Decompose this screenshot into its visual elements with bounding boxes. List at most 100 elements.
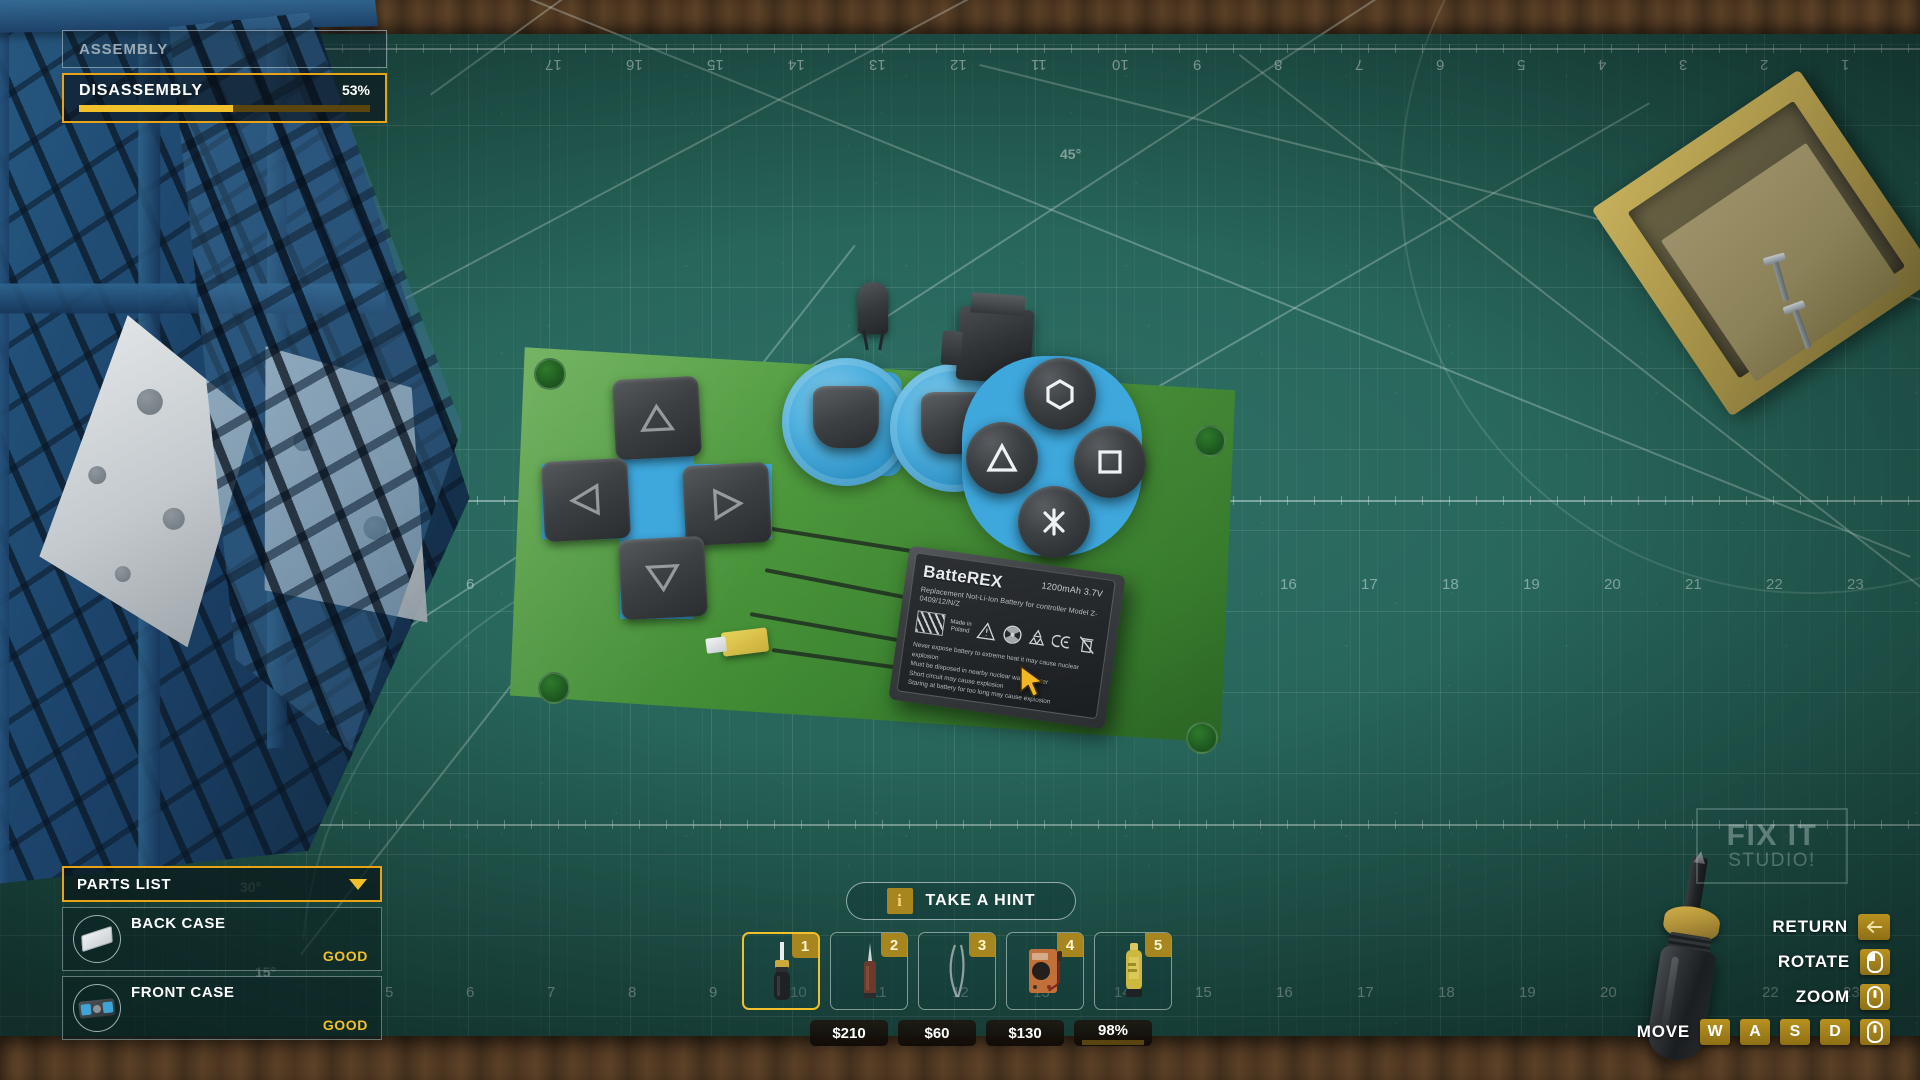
key-s[interactable]: S xyxy=(1780,1019,1810,1045)
ruler-tick xyxy=(1152,44,1153,53)
dpad-button-right[interactable] xyxy=(681,461,773,547)
mouse-wheel-icon[interactable] xyxy=(1860,984,1890,1010)
control-hint-rotate: ROTATE xyxy=(1590,949,1890,975)
tool-price-4[interactable]: $130 xyxy=(986,1020,1064,1046)
take-a-hint-label: TAKE A HINT xyxy=(925,892,1036,909)
tool-durability-value: 98% xyxy=(1097,1022,1129,1039)
ruler-tick xyxy=(1368,820,1369,829)
ruler-number: 17 xyxy=(1357,984,1374,1001)
dpad-button-left[interactable] xyxy=(540,457,632,543)
studio-watermark: FIX IT STUDIO! xyxy=(1696,808,1848,884)
ruler-tick xyxy=(909,820,910,829)
face-buttons-group[interactable] xyxy=(962,356,1152,566)
ruler-tick xyxy=(1314,44,1315,53)
ruler-tick xyxy=(1233,820,1234,829)
ruler-tick xyxy=(1287,496,1288,505)
ruler-tick xyxy=(1638,820,1639,829)
tool-slot-3[interactable]: 3 xyxy=(918,932,996,1010)
ruler-tick xyxy=(1233,44,1234,53)
ruler-tick xyxy=(963,44,964,53)
tool-slot-1[interactable]: 1 xyxy=(742,932,820,1010)
ruler-tick xyxy=(1503,820,1504,829)
ruler-tick xyxy=(423,44,424,53)
ruler-tick xyxy=(1287,44,1288,53)
recycle-icon xyxy=(1025,626,1048,651)
tool-price-3[interactable]: $60 xyxy=(898,1020,976,1046)
key-d[interactable]: D xyxy=(1820,1019,1850,1045)
tool-slot-2[interactable]: 2 xyxy=(830,932,908,1010)
ruler-tick xyxy=(882,820,883,829)
assembly-progress-row[interactable]: ASSEMBLY xyxy=(62,30,387,68)
back-arrow-icon[interactable] xyxy=(1858,914,1890,940)
ruler-tick xyxy=(1692,820,1693,829)
tool-slot-4[interactable]: 4 xyxy=(1006,932,1084,1010)
battery-pack[interactable]: BatteREX 1200mAh 3.7V Replacement Not-Li… xyxy=(888,545,1126,730)
battery-label: BatteREX 1200mAh 3.7V Replacement Not-Li… xyxy=(896,552,1116,720)
ruler-number: 12 xyxy=(950,56,967,73)
ruler-tick xyxy=(1314,820,1315,829)
ruler-tick xyxy=(963,820,964,829)
assembly-label: ASSEMBLY xyxy=(79,40,169,58)
ruler-tick xyxy=(1422,496,1423,505)
analog-sticks-group[interactable] xyxy=(782,350,1018,492)
face-button-hexagon[interactable] xyxy=(1024,358,1096,430)
parts-list-item-back-case[interactable]: BACK CASE GOOD xyxy=(62,907,382,971)
key-w[interactable]: W xyxy=(1700,1019,1730,1045)
disassembly-progress-row[interactable]: DISASSEMBLY 53% xyxy=(62,73,387,123)
ruler-tick xyxy=(1017,820,1018,829)
face-button-triangle[interactable] xyxy=(966,422,1038,494)
tool-price-row: $210 $60 $130 98% xyxy=(810,1020,1152,1046)
dpad-button-down[interactable] xyxy=(617,535,709,621)
ruler-tick xyxy=(558,44,559,53)
parts-list-header[interactable]: PARTS LIST xyxy=(62,866,382,902)
watermark-line-2: STUDIO! xyxy=(1728,849,1816,871)
take-a-hint-button[interactable]: i TAKE A HINT xyxy=(846,882,1076,920)
controller-pcb-assembly[interactable] xyxy=(510,282,1250,760)
ruler-number: 16 xyxy=(626,56,643,73)
chevron-down-icon[interactable] xyxy=(349,878,367,890)
control-label: ROTATE xyxy=(1777,952,1850,971)
dpad-group[interactable] xyxy=(540,372,782,622)
spray-bottle-icon xyxy=(1095,933,1171,1009)
hazard-triangle-icon xyxy=(976,619,999,644)
ruler-tick xyxy=(504,44,505,53)
info-icon: i xyxy=(886,888,913,914)
ruler-tick xyxy=(936,44,937,53)
tool-durability-5[interactable]: 98% xyxy=(1074,1020,1152,1046)
ruler-tick xyxy=(450,44,451,53)
parts-crate xyxy=(0,0,505,886)
ruler-tick xyxy=(1530,820,1531,829)
ruler-number: 6 xyxy=(466,984,475,1001)
ruler-tick xyxy=(531,44,532,53)
face-button-square[interactable] xyxy=(1074,426,1146,498)
ruler-tick xyxy=(1179,44,1180,53)
parts-list-item-front-case[interactable]: FRONT CASE GOOD xyxy=(62,976,382,1040)
ruler-tick xyxy=(1287,820,1288,829)
ruler-tick xyxy=(612,44,613,53)
dpad-button-up[interactable] xyxy=(611,375,703,461)
ruler-tick xyxy=(1098,44,1099,53)
tool-slot-5[interactable]: 5 xyxy=(1094,932,1172,1010)
ruler-tick xyxy=(909,44,910,53)
ruler-tick xyxy=(1449,820,1450,829)
ruler-tick xyxy=(1476,496,1477,505)
tool-price-2[interactable]: $210 xyxy=(810,1020,888,1046)
mouse-left-button-icon[interactable] xyxy=(1860,949,1890,975)
ruler-tick xyxy=(1206,820,1207,829)
ruler-tick xyxy=(1503,496,1504,505)
ruler-tick xyxy=(1665,820,1666,829)
ruler-tick xyxy=(1368,496,1369,505)
ruler-tick xyxy=(1152,820,1153,829)
face-button-cross[interactable] xyxy=(1018,486,1090,558)
ruler-tick xyxy=(477,496,478,505)
control-hint-zoom: ZOOM xyxy=(1590,984,1890,1010)
ruler-number: 7 xyxy=(547,984,556,1001)
part-name: FRONT CASE xyxy=(131,984,235,1001)
utility-knife-icon xyxy=(831,933,907,1009)
pcb-mount-hole xyxy=(1186,722,1218,754)
key-a[interactable]: A xyxy=(1740,1019,1770,1045)
ruler-tick xyxy=(774,44,775,53)
ruler-tick xyxy=(1206,44,1207,53)
ruler-tick xyxy=(855,44,856,53)
mouse-middle-button-icon[interactable] xyxy=(1860,1019,1890,1045)
